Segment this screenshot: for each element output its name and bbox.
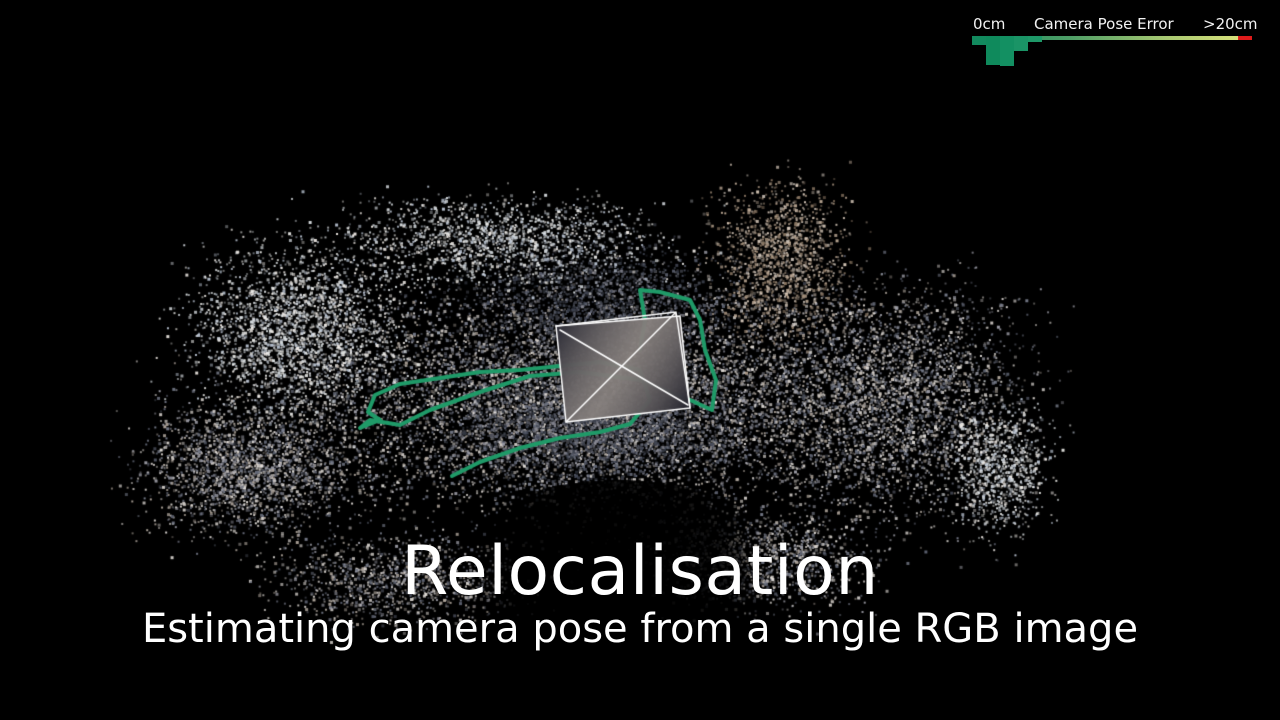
visualization-stage: 0cm Camera Pose Error >20cm Relocalisati… — [0, 0, 1280, 720]
error-histogram — [972, 36, 1042, 66]
legend-title: Camera Pose Error — [1034, 15, 1174, 33]
legend-min-label: 0cm — [973, 15, 1006, 33]
main-title: Relocalisation — [401, 532, 879, 611]
subtitle: Estimating camera pose from a single RGB… — [141, 606, 1139, 652]
legend-max-label: >20cm — [1203, 15, 1258, 33]
